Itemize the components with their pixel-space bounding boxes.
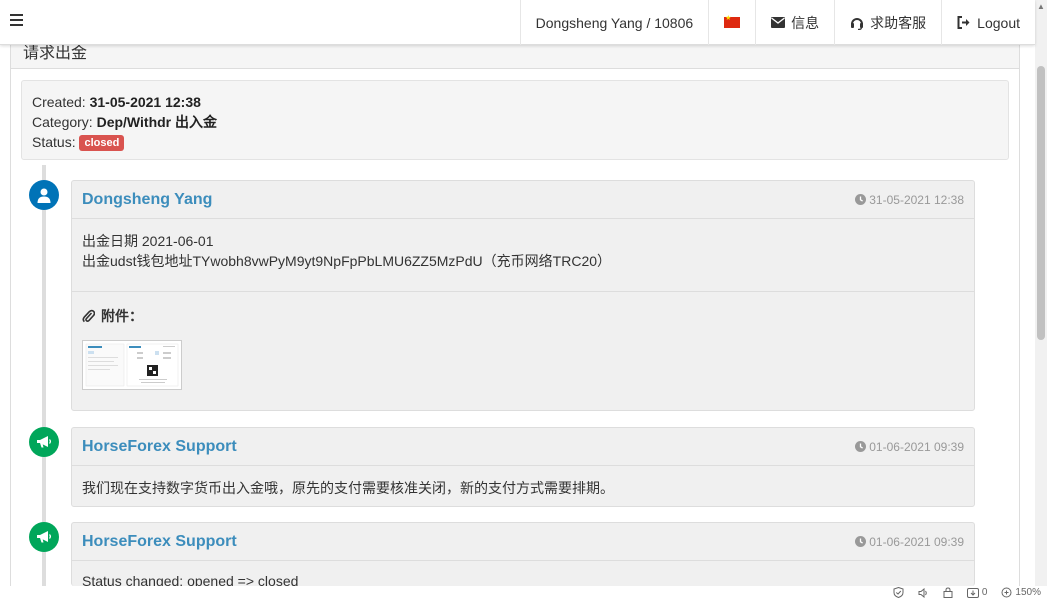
logout-link[interactable]: Logout — [941, 0, 1035, 45]
headset-icon — [850, 16, 864, 30]
language-selector[interactable] — [708, 0, 755, 45]
status-row: Status: closed — [32, 132, 998, 152]
support-link[interactable]: 求助客服 — [834, 0, 941, 45]
support-label: 求助客服 — [870, 14, 927, 31]
browser-statusbar: 0 150% — [0, 586, 1047, 600]
entry-time: 01-06-2021 09:39 — [855, 440, 964, 454]
messages-link[interactable]: 信息 — [755, 0, 834, 45]
category-row: Category: Dep/Withdr 出入金 — [32, 112, 998, 132]
entry-time-text: 31-05-2021 12:38 — [869, 192, 964, 207]
entry-line: 我们现在支持数字货币出入金哦，原先的支付需要核准关闭，新的支付方式需要排期。 — [82, 480, 614, 496]
sign-out-icon — [957, 16, 971, 29]
entry-time-text: 01-06-2021 09:39 — [869, 439, 964, 454]
page-scrollbar[interactable]: ▲ — [1035, 0, 1047, 586]
category-label: Category: — [32, 114, 97, 130]
timeline-entry: HorseForex Support 01-06-2021 09:39 Stat… — [71, 522, 975, 589]
user-account-label: Dongsheng Yang / 10806 — [535, 14, 694, 31]
category-value: Dep/Withdr 出入金 — [96, 114, 218, 130]
status-label: Status: — [32, 134, 80, 150]
scroll-thumb[interactable] — [1037, 66, 1045, 340]
scroll-up-arrow-icon[interactable]: ▲ — [1037, 2, 1045, 11]
entry-header: Dongsheng Yang 31-05-2021 12:38 — [72, 181, 974, 219]
top-navbar: Dongsheng Yang / 10806 信息 求助客服 Logout — [0, 0, 1035, 45]
menu-icon[interactable] — [10, 14, 23, 27]
ticket-info: Created: 31-05-2021 12:38 Category: Dep/… — [21, 80, 1009, 160]
download-count[interactable]: 0 — [966, 587, 988, 598]
user-icon — [29, 180, 59, 210]
entry-body: 出金日期 2021-06-01 出金udst钱包地址TYwobh8vwPyM9y… — [72, 219, 974, 291]
attachments-section: 附件： — [72, 291, 974, 404]
messages-label: 信息 — [791, 14, 820, 31]
entry-line: 出金udst钱包地址TYwobh8vwPyM9yt9NpFpPbLMU6ZZ5M… — [82, 253, 612, 269]
entry-body: 我们现在支持数字货币出入金哦，原先的支付需要核准关闭，新的支付方式需要排期。 — [72, 466, 974, 510]
entry-author[interactable]: HorseForex Support — [82, 438, 237, 456]
status-badge: closed — [79, 135, 125, 151]
timeline-entry: HorseForex Support 01-06-2021 09:39 我们现在… — [71, 427, 975, 507]
navbar-right: Dongsheng Yang / 10806 信息 求助客服 Logout — [519, 0, 1035, 45]
lock-icon[interactable] — [943, 587, 953, 598]
user-account-link[interactable]: Dongsheng Yang / 10806 — [519, 0, 709, 45]
paperclip-icon — [82, 309, 95, 323]
shield-check-icon[interactable] — [893, 587, 904, 598]
speaker-icon[interactable] — [918, 587, 929, 598]
megaphone-icon — [29, 522, 59, 552]
china-flag-icon — [724, 14, 741, 28]
envelope-icon — [771, 17, 786, 28]
entry-time: 31-05-2021 12:38 — [855, 193, 964, 207]
logout-label: Logout — [977, 14, 1020, 31]
zoom-level-text: 150% — [1015, 587, 1041, 598]
download-count-text: 0 — [981, 587, 988, 598]
created-row: Created: 31-05-2021 12:38 — [32, 92, 998, 112]
zoom-level[interactable]: 150% — [1001, 587, 1041, 598]
entry-author[interactable]: Dongsheng Yang — [82, 191, 212, 209]
created-label: Created: — [32, 94, 90, 110]
megaphone-icon — [29, 427, 59, 457]
created-value: 31-05-2021 12:38 — [89, 94, 201, 110]
entry-line: 出金日期 2021-06-01 — [82, 233, 214, 249]
attachment-thumbnail[interactable] — [82, 340, 182, 390]
entry-header: HorseForex Support 01-06-2021 09:39 — [72, 523, 974, 561]
attachments-title: 附件： — [82, 306, 964, 326]
clock-icon — [855, 536, 867, 547]
clock-icon — [855, 441, 867, 452]
entry-header: HorseForex Support 01-06-2021 09:39 — [72, 428, 974, 466]
clock-icon — [855, 194, 867, 205]
attachments-label: 附件： — [101, 308, 143, 324]
entry-time-text: 01-06-2021 09:39 — [869, 534, 964, 549]
timeline-entry: Dongsheng Yang 31-05-2021 12:38 出金日期 202… — [71, 180, 975, 411]
entry-author[interactable]: HorseForex Support — [82, 533, 237, 551]
entry-time: 01-06-2021 09:39 — [855, 535, 964, 549]
